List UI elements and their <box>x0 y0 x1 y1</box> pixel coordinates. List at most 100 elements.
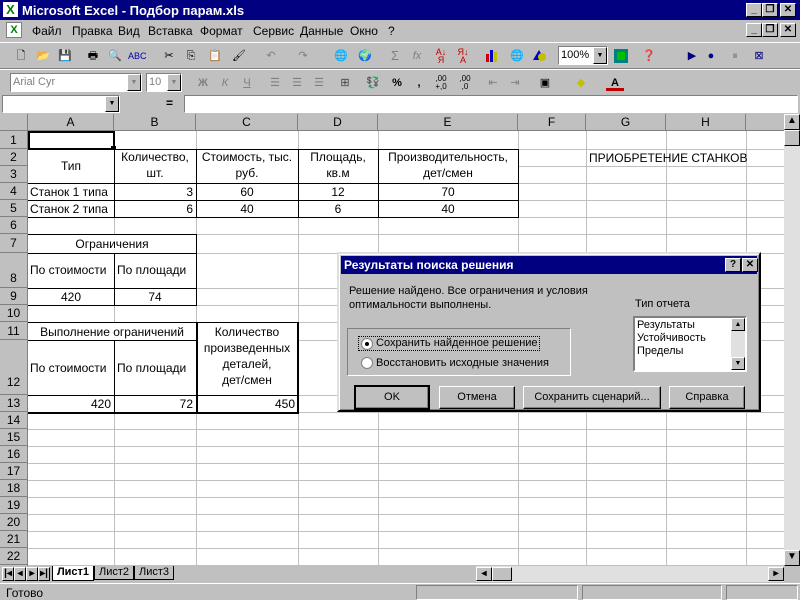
cell-b4[interactable]: 3 <box>114 184 193 200</box>
menu-view[interactable]: Вид <box>118 24 140 38</box>
font-name-select[interactable]: Arial Cyr ▼ <box>10 73 142 92</box>
scroll-down-icon[interactable]: ▼ <box>731 357 745 370</box>
pause-icon[interactable]: ⏸ <box>726 48 744 64</box>
menu-insert[interactable]: Вставка <box>148 24 193 38</box>
office-assistant-icon[interactable] <box>612 48 630 64</box>
cell-e5[interactable]: 40 <box>378 201 518 217</box>
new-icon[interactable]: 🗋 <box>12 48 30 64</box>
next-sheet-icon[interactable]: ▸ <box>26 567 38 581</box>
cell-b13[interactable]: 72 <box>114 396 193 412</box>
dialog-close-icon[interactable]: ✕ <box>742 258 758 272</box>
hyperlink-icon[interactable]: 🌐 <box>332 48 350 64</box>
cell-b9[interactable]: 74 <box>114 289 196 305</box>
vb-editor-icon[interactable]: ⊠ <box>750 48 768 64</box>
save-scenario-button[interactable]: Сохранить сценарий... <box>523 386 661 409</box>
decrease-indent-icon[interactable]: ⇤ <box>484 75 502 91</box>
row-header-10[interactable]: 10 <box>0 305 28 322</box>
h-scroll-thumb[interactable] <box>492 567 512 581</box>
fulfillment-title[interactable]: Выполнение ограничений <box>28 324 196 340</box>
drawing-icon[interactable] <box>530 48 548 64</box>
italic-icon[interactable]: К <box>216 75 234 91</box>
chevron-down-icon[interactable]: ▼ <box>105 96 119 112</box>
sheet-tab-2[interactable]: Лист2 <box>94 566 134 580</box>
decrease-decimal-icon[interactable]: ,00 ,0 <box>456 75 474 91</box>
restore-icon[interactable]: ❐ <box>762 3 778 17</box>
cut-icon[interactable]: ✂ <box>160 48 178 64</box>
sort-desc-icon[interactable]: Я↓ A <box>454 48 472 65</box>
chevron-down-icon[interactable]: ▼ <box>593 47 607 64</box>
formula-equals[interactable]: = <box>166 96 173 110</box>
scroll-down-icon[interactable]: ▼ <box>784 550 800 566</box>
run-macro-icon[interactable]: ▶ <box>683 48 701 64</box>
column-header-f[interactable]: F <box>518 114 586 131</box>
cell-a9[interactable]: 420 <box>28 289 114 305</box>
row-header-20[interactable]: 20 <box>0 514 28 531</box>
scroll-up-icon[interactable]: ▲ <box>784 114 800 130</box>
save-icon[interactable]: 💾 <box>56 48 74 64</box>
cell-a4[interactable]: Станок 1 типа <box>30 184 108 200</box>
close-icon[interactable]: ✕ <box>780 3 796 17</box>
comma-style-icon[interactable]: , <box>410 75 428 91</box>
scroll-thumb[interactable] <box>784 130 800 146</box>
menu-window[interactable]: Окно <box>350 24 378 38</box>
row-header-5[interactable]: 5 <box>0 200 28 217</box>
active-cell-a1[interactable] <box>28 131 115 150</box>
column-header-d[interactable]: D <box>298 114 378 131</box>
constraint-area-label[interactable]: По площади <box>117 262 186 278</box>
name-box[interactable]: ▼ <box>2 95 120 113</box>
bold-icon[interactable]: Ж <box>194 75 212 91</box>
chevron-down-icon[interactable]: ▼ <box>167 74 181 91</box>
sheet-tab-1[interactable]: Лист1 <box>52 566 94 581</box>
align-right-icon[interactable]: ☰ <box>310 75 328 91</box>
report-item-sensitivity[interactable]: Устойчивость <box>637 332 706 345</box>
produced-qty-header[interactable]: Количество произведенных деталей, дет/см… <box>196 324 298 388</box>
report-type-list[interactable]: Результаты Устойчивость Пределы ▲ ▼ <box>633 316 747 372</box>
select-all-corner[interactable] <box>0 114 28 131</box>
sort-asc-icon[interactable]: A↓ Я <box>432 48 450 65</box>
row-header-21[interactable]: 21 <box>0 531 28 548</box>
row-header-15[interactable]: 15 <box>0 429 28 446</box>
zoom-select[interactable]: 100% ▼ <box>558 46 608 65</box>
cell-e4[interactable]: 70 <box>378 184 518 200</box>
cell-a13[interactable]: 420 <box>28 396 111 412</box>
paste-icon[interactable]: 📋 <box>206 48 224 64</box>
font-size-select[interactable]: 10 ▼ <box>146 73 182 92</box>
cell-b5[interactable]: 6 <box>114 201 193 217</box>
column-header-a[interactable]: A <box>28 114 114 131</box>
first-sheet-icon[interactable]: |◂ <box>2 567 14 581</box>
column-header-e[interactable]: E <box>378 114 518 131</box>
header-quantity[interactable]: Количество, шт. <box>114 149 196 181</box>
fulfillment-cost-label[interactable]: По стоимости <box>30 360 107 376</box>
autosum-icon[interactable]: Σ <box>386 48 404 64</box>
web-toolbar-icon[interactable]: 🌍 <box>356 48 374 64</box>
merge-center-icon[interactable]: ⊞ <box>336 75 354 91</box>
ok-button[interactable]: OK <box>354 385 430 410</box>
align-center-icon[interactable]: ☰ <box>288 75 306 91</box>
row-header-1[interactable]: 1 <box>0 131 28 149</box>
fill-color-icon[interactable]: ◆ <box>572 75 590 91</box>
column-header-b[interactable]: B <box>114 114 196 131</box>
cell-c4[interactable]: 60 <box>196 184 298 200</box>
header-cost[interactable]: Стоимость, тыс. руб. <box>196 149 298 181</box>
currency-icon[interactable]: 💱 <box>364 75 382 91</box>
help-button[interactable]: Справка <box>669 386 745 409</box>
copy-icon[interactable]: ⎘ <box>182 48 200 64</box>
row-header-6[interactable]: 6 <box>0 217 28 234</box>
column-header-h[interactable]: H <box>666 114 746 131</box>
row-header-18[interactable]: 18 <box>0 480 28 497</box>
report-list-scrollbar[interactable]: ▲ ▼ <box>731 318 745 370</box>
report-item-limits[interactable]: Пределы <box>637 345 683 358</box>
cell-c5[interactable]: 40 <box>196 201 298 217</box>
scroll-up-icon[interactable]: ▲ <box>731 318 745 331</box>
spelling-icon[interactable]: ABC <box>128 48 147 64</box>
last-sheet-icon[interactable]: ▸| <box>38 567 50 581</box>
doc-minimize-icon[interactable]: _ <box>746 23 762 37</box>
vertical-scrollbar[interactable]: ▲ ▼ <box>784 114 800 566</box>
map-icon[interactable]: 🌐 <box>508 48 526 64</box>
doc-close-icon[interactable]: ✕ <box>780 23 796 37</box>
menu-data[interactable]: Данные <box>300 24 343 38</box>
radio-keep-solution[interactable] <box>361 338 373 350</box>
increase-indent-icon[interactable]: ⇥ <box>506 75 524 91</box>
radio-restore-values[interactable] <box>361 357 373 369</box>
cancel-button[interactable]: Отмена <box>439 386 515 409</box>
